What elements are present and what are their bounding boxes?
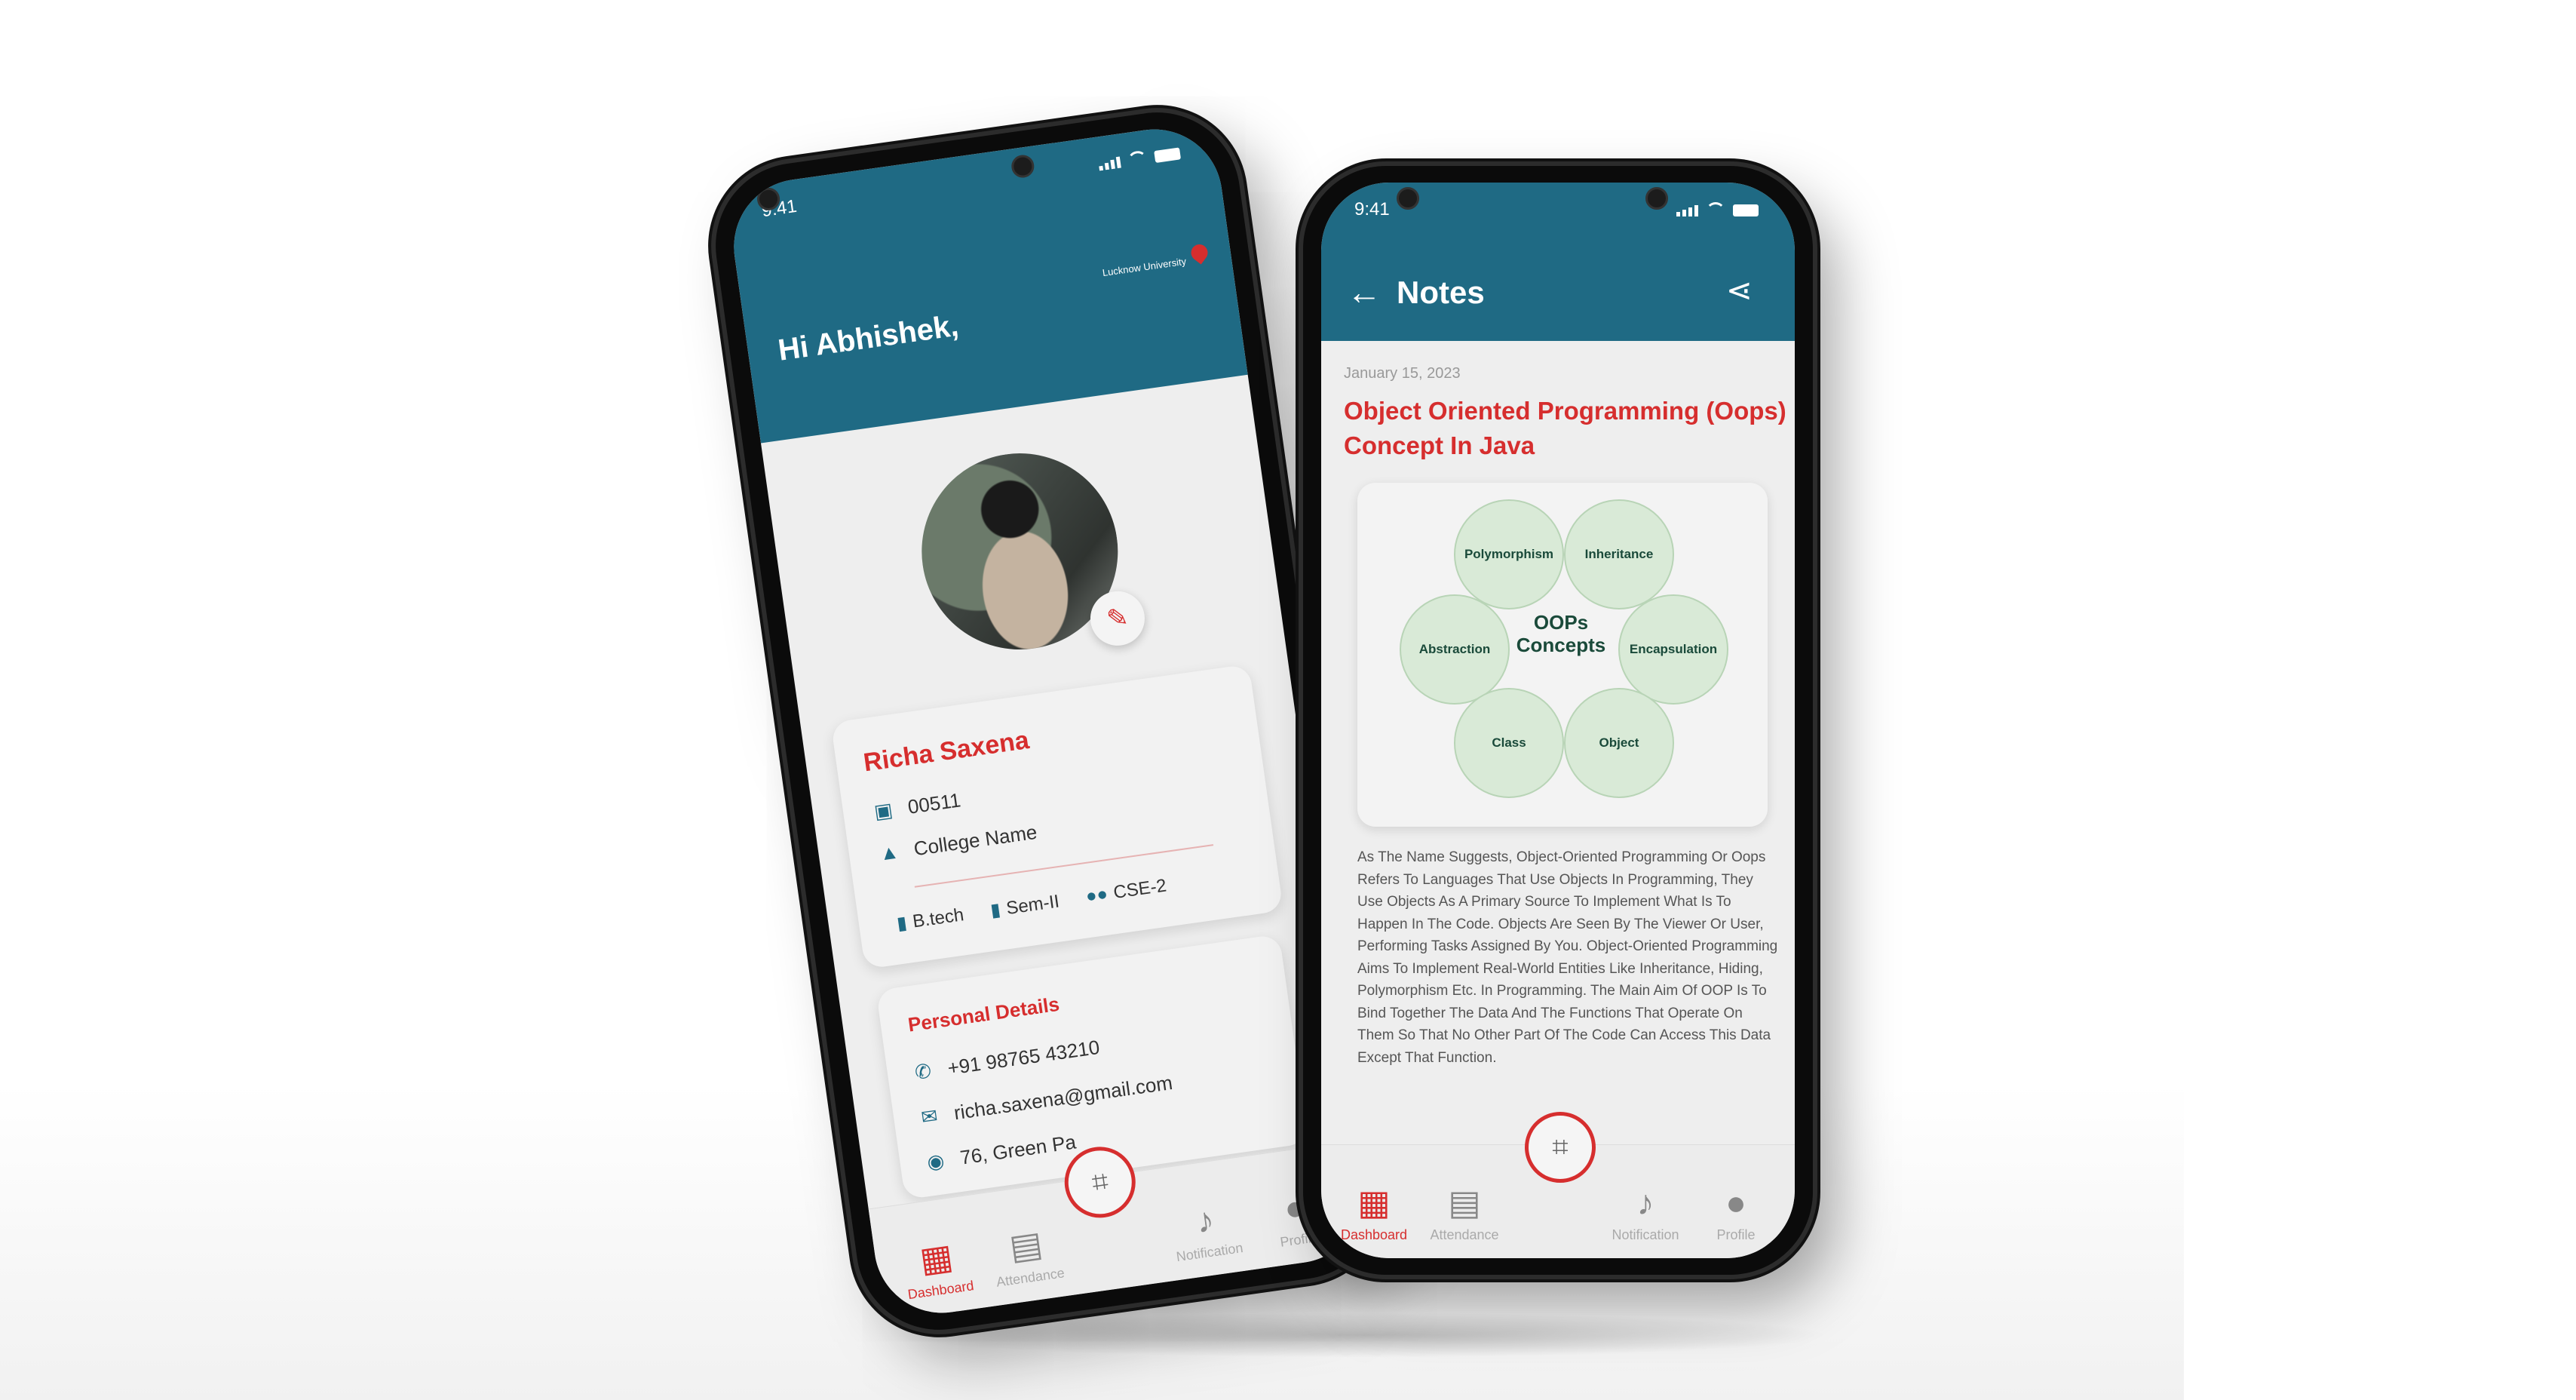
oops-diagram: Polymorphism Inheritance Abstraction Enc… (1357, 483, 1768, 827)
map-pin-icon[interactable] (1188, 241, 1211, 265)
section-tag: ●● CSE-2 (1084, 875, 1168, 908)
nav-dashboard[interactable]: ▦ Dashboard (888, 1231, 986, 1304)
nav-attendance[interactable]: ▤ Attendance (978, 1219, 1076, 1292)
nav-notification-label: Notification (1612, 1227, 1679, 1242)
id-card-icon: ▣ (872, 798, 894, 824)
address: 76, Green Pa (958, 1130, 1078, 1169)
calendar-icon: ▤ (1448, 1183, 1481, 1222)
nav-dashboard[interactable]: ▦ Dashboard (1329, 1182, 1419, 1243)
location-label[interactable]: Lucknow University (1102, 256, 1187, 278)
diagram-node: Abstraction (1400, 594, 1510, 705)
phone-row: ✆ +91 98765 43210 (909, 1036, 1101, 1085)
nav-dashboard-label: Dashboard (906, 1278, 975, 1303)
email-row: ✉ richa.saxena@gmail.com (915, 1070, 1174, 1130)
address-row: ◉ 76, Green Pa (922, 1130, 1078, 1174)
diagram-node: Class (1454, 688, 1564, 798)
diagram-node: Polymorphism (1454, 499, 1564, 609)
college-row: ▲ College Name (875, 821, 1038, 867)
user-icon: ● (1725, 1183, 1746, 1222)
note-title: Object Oriented Programming (Oops) Conce… (1344, 397, 1786, 459)
phone-number: +91 98765 43210 (946, 1035, 1101, 1079)
student-id: 00511 (906, 788, 962, 818)
sensor-icon (1010, 153, 1036, 180)
camera-notch (1321, 187, 1795, 217)
page-title: Notes (1397, 275, 1485, 310)
location-icon: ◉ (925, 1149, 946, 1174)
mail-icon: ✉ (919, 1104, 940, 1129)
student-id-row: ▣ 00511 (869, 788, 962, 824)
notes-header: 9:41 ← Notes ⋖ (1321, 183, 1795, 341)
share-icon[interactable]: ⋖ (1726, 272, 1753, 309)
calendar-icon: ▤ (1007, 1223, 1045, 1267)
camera-icon (756, 186, 782, 212)
diagram-node: Encapsulation (1618, 594, 1728, 705)
college-name: College Name (912, 820, 1039, 861)
notes-screen: 9:41 ← Notes ⋖ January 15, 2023 Object O… (1321, 183, 1795, 1258)
semester-label: Sem-II (1004, 891, 1061, 920)
greeting-title: Hi Abhishek, (776, 309, 961, 367)
diagram-center-label: OOPs Concepts (1516, 611, 1606, 656)
note-date: January 15, 2023 (1344, 365, 1461, 382)
profile-name: Richa Saxena (861, 725, 1031, 778)
phone-notes: 9:41 ← Notes ⋖ January 15, 2023 Object O… (1303, 166, 1813, 1275)
camera-icon (1397, 187, 1419, 210)
nav-notification[interactable]: ♪ Notification (1600, 1182, 1691, 1243)
dashboard-icon: ▦ (917, 1236, 955, 1280)
nav-profile[interactable]: ● Profile (1691, 1182, 1781, 1243)
phone-icon: ✆ (913, 1059, 933, 1084)
bell-icon: ♪ (1194, 1199, 1217, 1241)
nav-attendance-label: Attendance (995, 1265, 1066, 1290)
book-icon: ▮ (895, 912, 909, 935)
nav-attendance[interactable]: ▤ Attendance (1419, 1182, 1510, 1243)
scan-icon[interactable]: ⌗ (1525, 1112, 1596, 1183)
profile-card: Richa Saxena ▣ 00511 ▲ College Name ▮ B.t… (830, 664, 1283, 969)
semester-tag: ▮ Sem-II (989, 890, 1061, 922)
course-tag: ▮ B.tech (895, 904, 965, 935)
graduation-cap-icon: ▲ (878, 840, 900, 865)
section-label: CSE-2 (1112, 875, 1168, 904)
bell-icon: ♪ (1636, 1183, 1654, 1222)
nav-notification[interactable]: ♪ Notification (1158, 1193, 1256, 1266)
nav-dashboard-label: Dashboard (1340, 1227, 1408, 1242)
personal-details-title: Personal Details (906, 992, 1061, 1036)
sensor-icon (1645, 187, 1668, 210)
diagram-node: Inheritance (1564, 499, 1674, 609)
book-icon: ▮ (989, 899, 1002, 921)
nav-profile-label: Profile (1716, 1227, 1756, 1242)
course-label: B.tech (911, 904, 965, 932)
floor-shadow (890, 1312, 1832, 1358)
group-icon: ●● (1084, 883, 1109, 907)
nav-notification-label: Notification (1175, 1239, 1244, 1265)
back-arrow-icon[interactable]: ← (1347, 272, 1382, 312)
diagram-node: Object (1564, 688, 1674, 798)
note-body: As The Name Suggests, Object-Oriented Pr… (1357, 849, 1778, 1066)
nav-attendance-label: Attendance (1430, 1227, 1499, 1242)
email-address: richa.saxena@gmail.com (952, 1070, 1174, 1125)
dashboard-icon: ▦ (1357, 1183, 1391, 1222)
dashboard-header: 9:41 Lucknow University Hi Abhishek, (725, 121, 1248, 444)
